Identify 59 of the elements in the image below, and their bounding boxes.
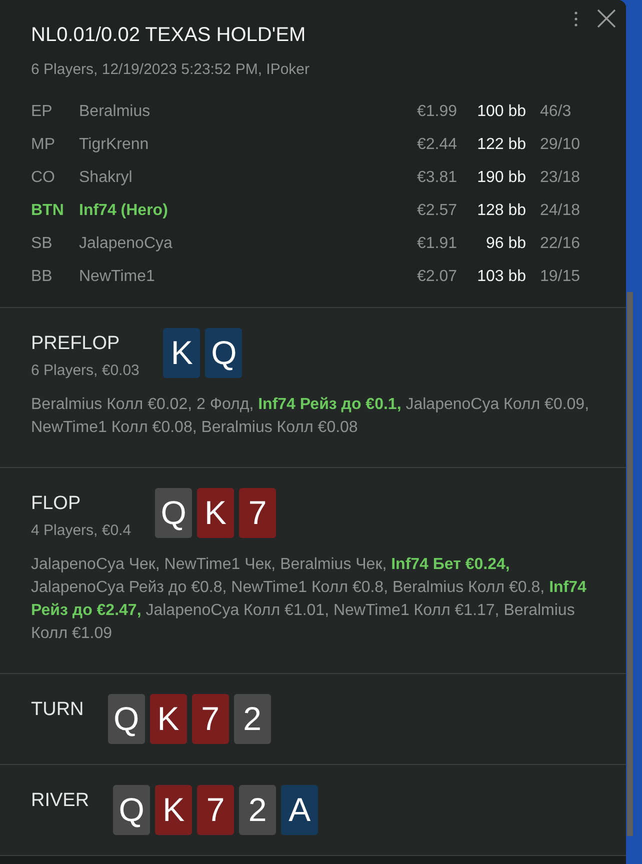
position-label: BTN [31, 200, 65, 220]
close-button[interactable] [597, 9, 616, 28]
playing-card: 2 [239, 785, 276, 835]
street-title: FLOP [31, 492, 82, 516]
stack-in-big-blinds: 96 bb [484, 234, 526, 254]
more-icon [574, 10, 578, 26]
playing-card: A [281, 785, 318, 835]
close-icon [597, 9, 616, 28]
stack-in-big-blinds: 103 bb [476, 266, 526, 286]
player-stats: 22/16 [540, 234, 582, 254]
playing-card: Q [205, 328, 242, 378]
more-button[interactable] [574, 10, 578, 26]
playing-card: K [155, 785, 192, 835]
playing-card: K [150, 694, 187, 744]
player-name: NewTime1 [79, 266, 156, 286]
stack-amount: €2.07 [417, 266, 458, 286]
player-stats: 46/3 [540, 102, 572, 122]
player-name: Shakryl [79, 168, 134, 188]
stack-amount: €2.57 [417, 200, 458, 220]
player-stats: 29/10 [540, 134, 582, 154]
position-label: MP [31, 134, 56, 154]
stack-amount: €1.99 [417, 102, 458, 122]
position-label: SB [31, 234, 54, 254]
playing-card: 7 [197, 785, 234, 835]
stack-in-big-blinds: 190 bb [476, 168, 526, 188]
scrollbar-thumb[interactable] [627, 292, 633, 836]
player-stats: 24/18 [540, 200, 582, 220]
playing-card: K [163, 328, 200, 378]
playing-card: 7 [192, 694, 229, 744]
street-title: RIVER [31, 789, 90, 813]
street-title: TURN [31, 698, 84, 722]
player-name: JalapenoCya [79, 234, 174, 254]
playing-card: Q [113, 785, 150, 835]
street-summary: 6 Players, €0.03 [31, 361, 140, 381]
position-label: CO [31, 168, 56, 188]
stack-amount: €1.91 [417, 234, 458, 254]
player-stats: 19/15 [540, 266, 582, 286]
action-log: JalapenoCya Чек, NewTime1 Чек, Beralmius Чек, Inf74 Бет €0.24, JalapenoCya Рейз до €0.8, NewTime1 Колл €0.8, Beralmius Колл €0.8, Inf74 Рейз до €2.47, JalapenoCya Колл €1.01, NewTime1 Колл €1.17, Beralmius Колл €1.09 [31, 555, 588, 644]
position-label: BB [31, 266, 54, 286]
action-log: Beralmius Колл €0.02, 2 Фолд, Inf74 Рейз до €0.1, JalapenoCya Колл €0.09, NewTime1 Колл €0.08, Beralmius Колл €0.08 [31, 395, 590, 438]
playing-card: Q [155, 488, 192, 538]
stack-in-big-blinds: 100 bb [476, 102, 526, 122]
player-name: TigrKrenn [79, 134, 150, 154]
playing-card: Q [108, 694, 145, 744]
street-summary: 4 Players, €0.4 [31, 521, 132, 541]
street-title: PREFLOP [31, 332, 121, 356]
stack-in-big-blinds: 122 bb [476, 134, 526, 154]
stack-in-big-blinds: 128 bb [476, 200, 526, 220]
stack-amount: €2.44 [417, 134, 458, 154]
playing-card: K [197, 488, 234, 538]
playing-card: 2 [234, 694, 271, 744]
player-name: Inf74 (Hero) [79, 200, 169, 220]
window-subtitle: 6 Players, 12/19/2023 5:23:52 PM, IPoker [31, 60, 311, 80]
player-name: Beralmius [79, 102, 152, 122]
player-stats: 23/18 [540, 168, 582, 188]
position-label: EP [31, 102, 54, 122]
playing-card: 7 [239, 488, 276, 538]
window-title: NL0.01/0.02 TEXAS HOLD'EM [31, 23, 307, 47]
stack-amount: €3.81 [417, 168, 458, 188]
